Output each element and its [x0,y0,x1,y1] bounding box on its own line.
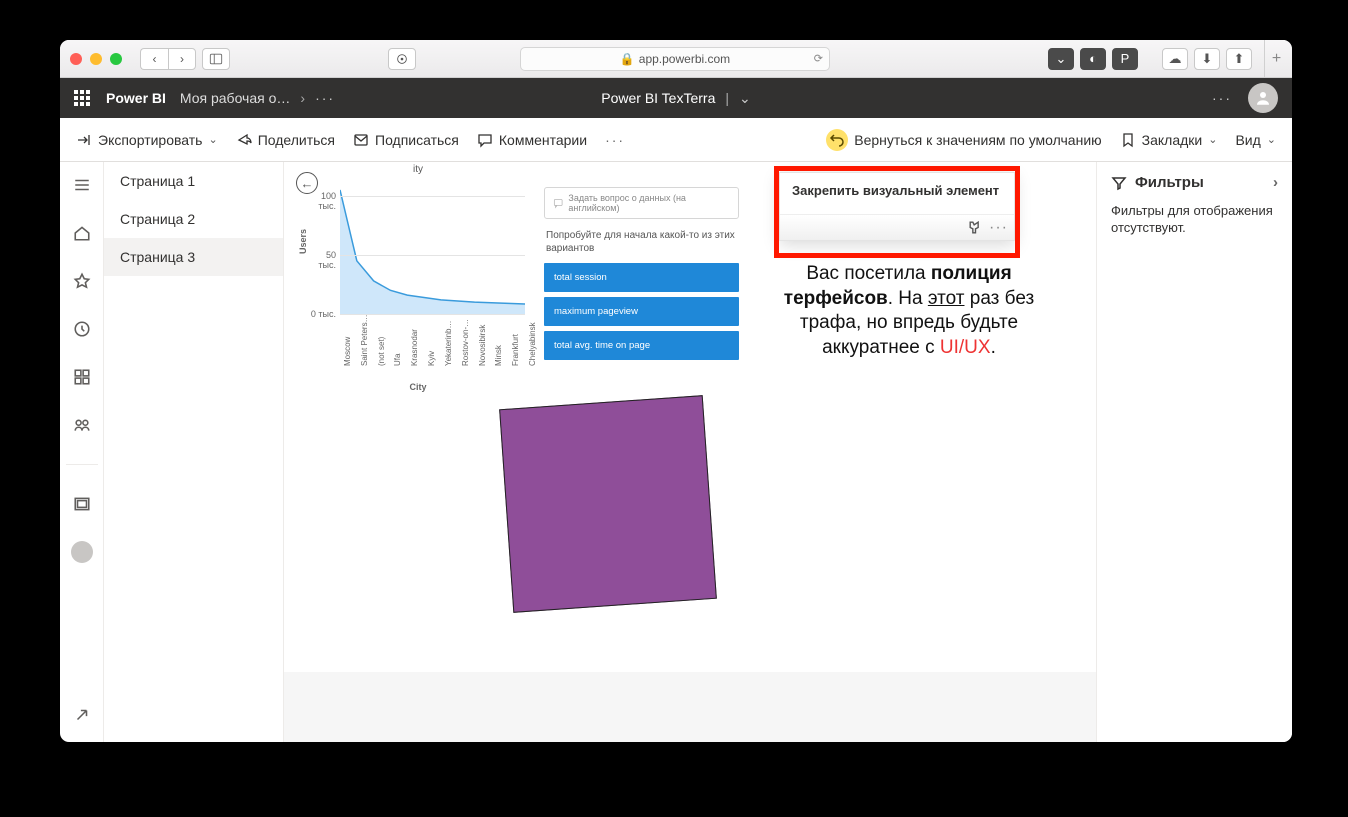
qa-suggestion[interactable]: total avg. time on page [544,331,739,360]
pin-icon[interactable] [968,220,983,235]
filters-title: Фильтры [1135,174,1204,191]
comments-label: Комментарии [499,132,587,148]
visual-hover-toolbar: ··· [780,214,1014,240]
view-label: Вид [1235,132,1260,148]
filter-icon [1111,175,1127,191]
pocket-icon[interactable]: ⌄ [1048,48,1074,70]
reload-icon[interactable]: ⟳ [814,52,823,65]
chevron-right-icon: › [300,90,305,106]
chevron-down-icon: ⌄ [208,133,217,146]
safari-titlebar: ‹ › 🔒 app.powerbi.com ⟳ ⌄ ◐ P ☁︎ ⬇ ⬆ + [60,40,1292,78]
page-tab[interactable]: Страница 1 [104,162,283,200]
joke-text-box: Вас посетила полиция терфейсов. На этот … [739,262,1079,361]
breadcrumb-more-icon[interactable]: ··· [315,90,335,106]
subscribe-button[interactable]: Подписаться [353,132,459,148]
extension-icon-1[interactable]: ◐ [1080,48,1106,70]
filters-panel: Фильтры › Фильтры для отображения отсутс… [1096,162,1292,742]
chart-title-fragment: ity [413,164,423,175]
users-by-city-chart[interactable]: ity Users 0 тыс.50 тыс.100 тыс. MoscowSa… [298,164,538,392]
qa-visual[interactable]: Задать вопрос о данных (на английском) П… [544,187,739,365]
export-button[interactable]: Экспортировать ⌄ [76,132,218,148]
forward-button[interactable]: › [168,48,196,70]
qa-input[interactable]: Задать вопрос о данных (на английском) [544,187,739,219]
window-traffic-lights [70,53,122,65]
pin-tooltip-card: Закрепить визуальный элемент ··· [779,172,1015,241]
nav-recent-icon[interactable] [60,316,104,342]
icloud-tabs-button[interactable]: ☁︎ [1162,48,1188,70]
reset-label: Вернуться к значениям по умолчанию [854,132,1101,148]
bookmarks-label: Закладки [1142,132,1203,148]
chevron-down-icon: ⌄ [1267,133,1276,146]
address-text: app.powerbi.com [639,52,730,66]
share-label: Поделиться [258,132,335,148]
export-label: Экспортировать [98,132,202,148]
new-tab-button[interactable]: + [1264,40,1288,78]
page-list: Страница 1Страница 2Страница 3 [104,162,284,742]
downloads-button[interactable]: ⬇ [1194,48,1220,70]
command-bar: Экспортировать ⌄ Поделиться Подписаться … [60,118,1292,162]
nav-shared-icon[interactable] [60,412,104,438]
app-body: Страница 1Страница 2Страница 3 ← ity Use… [60,162,1292,742]
canvas-page: ← ity Users 0 тыс.50 тыс.100 тыс. Moscow… [284,162,1096,672]
icon-rail [60,162,104,742]
report-title-dropdown[interactable]: Power BI TexTerra | ⌄ [601,90,751,107]
chevron-down-icon: ⌄ [739,90,751,107]
safari-nav: ‹ › [140,48,230,70]
sidebar-toggle-button[interactable] [202,48,230,70]
back-button[interactable]: ‹ [140,48,168,70]
breadcrumb: Моя рабочая о… › ··· [180,90,335,106]
safari-window: ‹ › 🔒 app.powerbi.com ⟳ ⌄ ◐ P ☁︎ ⬇ ⬆ + [60,40,1292,742]
workspace-crumb[interactable]: Моя рабочая о… [180,90,290,106]
nav-home-icon[interactable] [60,220,104,246]
visual-more-icon[interactable]: ··· [989,219,1008,237]
reset-button[interactable]: Вернуться к значениям по умолчанию [826,129,1101,151]
qa-hint: Попробуйте для начала какой-то из этих в… [546,229,737,255]
pinterest-icon[interactable]: P [1112,48,1138,70]
comments-button[interactable]: Комментарии [477,132,587,148]
purple-shape[interactable] [499,395,717,613]
filters-header[interactable]: Фильтры › [1111,174,1278,191]
chart-x-label: City [409,382,426,392]
report-title: Power BI TexTerra [601,90,715,106]
view-button[interactable]: Вид ⌄ [1235,132,1276,148]
chevron-right-icon: › [1273,174,1278,191]
filters-empty-text: Фильтры для отображения отсутствуют. [1111,203,1278,237]
subscribe-label: Подписаться [375,132,459,148]
user-avatar[interactable] [1248,83,1278,113]
nav-expand-icon[interactable] [60,702,104,728]
chevron-down-icon: ⌄ [1208,133,1217,146]
lock-icon: 🔒 [620,52,635,66]
qa-placeholder: Задать вопрос о данных (на английском) [568,193,730,213]
cmdbar-more-icon[interactable]: ··· [605,132,625,148]
page-tab[interactable]: Страница 2 [104,200,283,238]
nav-menu-icon[interactable] [60,172,104,198]
app-launcher-icon[interactable] [74,90,90,106]
bookmarks-button[interactable]: Закладки ⌄ [1120,132,1218,148]
nav-workspaces-icon[interactable] [60,491,104,517]
app-header: Power BI Моя рабочая о… › ··· Power BI T… [60,78,1292,118]
extension-gear-button[interactable] [388,48,416,70]
report-canvas: ← ity Users 0 тыс.50 тыс.100 тыс. Moscow… [284,162,1096,742]
qa-suggestion[interactable]: total session [544,263,739,292]
minimize-window-button[interactable] [90,53,102,65]
qa-suggestion[interactable]: maximum pageview [544,297,739,326]
nav-apps-icon[interactable] [60,364,104,390]
share-button[interactable]: Поделиться [236,132,335,148]
header-more-icon[interactable]: ··· [1212,90,1232,106]
address-bar[interactable]: 🔒 app.powerbi.com ⟳ [520,47,830,71]
close-window-button[interactable] [70,53,82,65]
nav-favorites-icon[interactable] [60,268,104,294]
nav-my-workspace-icon[interactable] [60,539,104,565]
pin-tooltip-title: Закрепить визуальный элемент [780,173,1014,214]
maximize-window-button[interactable] [110,53,122,65]
undo-icon [826,129,848,151]
share-button[interactable]: ⬆ [1226,48,1252,70]
page-tab[interactable]: Страница 3 [104,238,283,276]
app-title[interactable]: Power BI [106,90,166,106]
